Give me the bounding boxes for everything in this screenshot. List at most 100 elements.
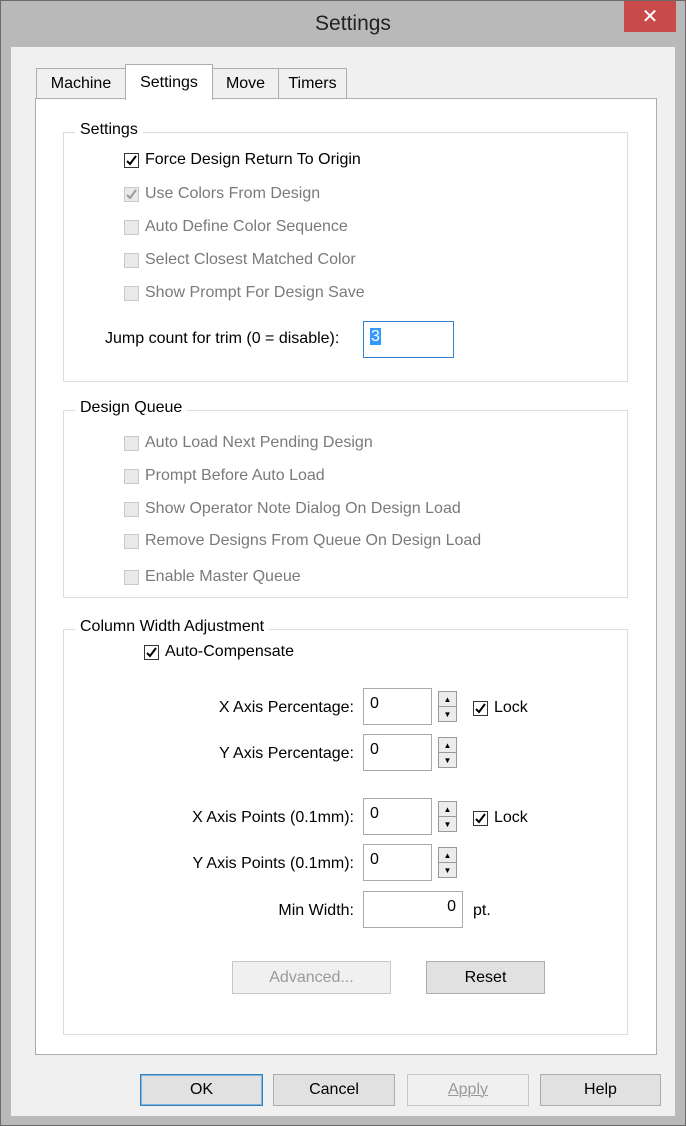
y-axis-points-spinner[interactable]: ▲ ▼ <box>438 847 457 878</box>
spin-down-icon[interactable]: ▼ <box>438 863 457 878</box>
tab-move[interactable]: Move <box>212 68 279 99</box>
reset-button-label: Reset <box>464 968 507 986</box>
tab-machine-label: Machine <box>50 75 112 92</box>
y-axis-percentage-value: 0 <box>370 741 379 758</box>
window-title: Settings <box>315 12 391 35</box>
auto-compensate-checkbox[interactable]: Auto-Compensate <box>144 643 294 661</box>
checkbox-label: Enable Master Queue <box>145 568 301 585</box>
y-axis-points-value: 0 <box>370 851 379 868</box>
window-frame-right <box>675 47 685 1125</box>
apply-button[interactable]: Apply <box>407 1074 529 1106</box>
show-operator-note-checkbox[interactable]: Show Operator Note Dialog On Design Load <box>124 500 461 518</box>
checkmark-icon <box>126 188 137 200</box>
x-axis-percentage-spinner[interactable]: ▲ ▼ <box>438 691 457 722</box>
y-axis-points-label: Y Axis Points (0.1mm): <box>192 855 354 872</box>
checkbox-box <box>124 435 139 451</box>
checkbox-label: Auto Define Color Sequence <box>145 218 348 235</box>
min-width-label: Min Width: <box>278 902 354 919</box>
checkbox-label: Show Prompt For Design Save <box>145 284 365 301</box>
title-bar[interactable]: Settings ✕ <box>1 1 685 47</box>
checkmark-icon <box>475 702 486 714</box>
checkbox-box <box>124 152 139 168</box>
y-axis-percentage-input[interactable]: 0 <box>363 734 432 771</box>
jump-count-value: 3 <box>370 328 381 345</box>
checkmark-icon <box>146 646 157 658</box>
cancel-button[interactable]: Cancel <box>273 1074 395 1106</box>
cancel-button-label: Cancel <box>309 1081 359 1098</box>
apply-button-label: Apply <box>447 1081 489 1098</box>
y-axis-percentage-label: Y Axis Percentage: <box>219 745 354 762</box>
x-axis-points-value: 0 <box>370 805 379 822</box>
ok-button-label: OK <box>189 1081 214 1098</box>
checkbox-label: Prompt Before Auto Load <box>145 467 325 484</box>
settings-group-title: Settings <box>75 121 143 139</box>
x-axis-points-input[interactable]: 0 <box>363 798 432 835</box>
x-axis-percentage-label: X Axis Percentage: <box>218 699 354 716</box>
jump-count-input[interactable]: 3 <box>363 321 454 358</box>
advanced-button-label: Advanced... <box>269 968 354 986</box>
auto-define-color-sequence-checkbox[interactable]: Auto Define Color Sequence <box>124 218 348 236</box>
checkbox-label: Auto-Compensate <box>165 643 294 660</box>
spin-up-icon[interactable]: ▲ <box>438 847 457 863</box>
lock-label: Lock <box>494 809 528 826</box>
advanced-button[interactable]: Advanced... <box>232 961 391 994</box>
help-button[interactable]: Help <box>540 1074 661 1106</box>
lock-label: Lock <box>494 699 528 716</box>
tab-settings[interactable]: Settings <box>125 64 213 100</box>
tab-move-label: Move <box>225 75 266 92</box>
x-axis-percentage-input[interactable]: 0 <box>363 688 432 725</box>
checkbox-box <box>144 644 159 660</box>
use-colors-from-design-checkbox[interactable]: Use Colors From Design <box>124 185 320 203</box>
tab-timers[interactable]: Timers <box>278 68 347 99</box>
spin-down-icon[interactable]: ▼ <box>438 707 457 722</box>
checkmark-icon <box>475 812 486 824</box>
spin-up-icon[interactable]: ▲ <box>438 737 457 753</box>
checkbox-box <box>124 468 139 484</box>
close-icon: ✕ <box>641 6 659 28</box>
reset-button[interactable]: Reset <box>426 961 545 994</box>
enable-master-queue-checkbox[interactable]: Enable Master Queue <box>124 568 301 586</box>
spin-down-icon[interactable]: ▼ <box>438 817 457 832</box>
ok-button[interactable]: OK <box>140 1074 263 1106</box>
spin-up-icon[interactable]: ▲ <box>438 691 457 707</box>
checkbox-box <box>124 252 139 268</box>
x-axis-percentage-value: 0 <box>370 695 379 712</box>
min-width-unit: pt. <box>473 902 491 919</box>
select-closest-matched-color-checkbox[interactable]: Select Closest Matched Color <box>124 251 356 269</box>
x-axis-points-label: X Axis Points (0.1mm): <box>192 809 354 826</box>
help-button-label: Help <box>584 1081 617 1098</box>
checkbox-box <box>124 533 139 549</box>
y-axis-percentage-spinner[interactable]: ▲ ▼ <box>438 737 457 768</box>
x-axis-points-spinner[interactable]: ▲ ▼ <box>438 801 457 832</box>
min-width-input[interactable]: 0 <box>363 891 463 928</box>
y-axis-points-input[interactable]: 0 <box>363 844 432 881</box>
force-design-return-checkbox[interactable]: Force Design Return To Origin <box>124 151 361 169</box>
column-width-group-title: Column Width Adjustment <box>75 618 270 636</box>
checkbox-box <box>473 810 488 826</box>
x-axis-percentage-lock-checkbox[interactable]: Lock <box>473 699 528 717</box>
tab-machine[interactable]: Machine <box>36 68 126 99</box>
min-width-value: 0 <box>447 898 456 915</box>
window-frame-bottom <box>1 1116 685 1125</box>
settings-tab-panel: Settings Force Design Return To Origin U… <box>35 98 657 1055</box>
checkbox-label: Use Colors From Design <box>145 185 321 202</box>
close-button[interactable]: ✕ <box>624 1 676 32</box>
show-prompt-design-save-checkbox[interactable]: Show Prompt For Design Save <box>124 284 365 302</box>
design-queue-group-title: Design Queue <box>75 399 188 417</box>
checkbox-label: Select Closest Matched Color <box>145 251 356 268</box>
spin-down-icon[interactable]: ▼ <box>438 753 457 768</box>
checkbox-label: Force Design Return To Origin <box>145 151 361 168</box>
remove-designs-from-queue-checkbox[interactable]: Remove Designs From Queue On Design Load <box>124 532 481 550</box>
checkbox-box <box>124 285 139 301</box>
jump-count-label: Jump count for trim (0 = disable): <box>105 330 340 347</box>
checkbox-box <box>124 186 139 202</box>
spin-up-icon[interactable]: ▲ <box>438 801 457 817</box>
auto-load-next-checkbox[interactable]: Auto Load Next Pending Design <box>124 434 373 452</box>
x-axis-points-lock-checkbox[interactable]: Lock <box>473 809 528 827</box>
prompt-before-auto-load-checkbox[interactable]: Prompt Before Auto Load <box>124 467 325 485</box>
checkbox-box <box>473 700 488 716</box>
window-frame-left <box>1 47 11 1125</box>
checkbox-label: Show Operator Note Dialog On Design Load <box>145 500 461 517</box>
checkbox-box <box>124 569 139 585</box>
checkbox-label: Remove Designs From Queue On Design Load <box>145 532 482 549</box>
